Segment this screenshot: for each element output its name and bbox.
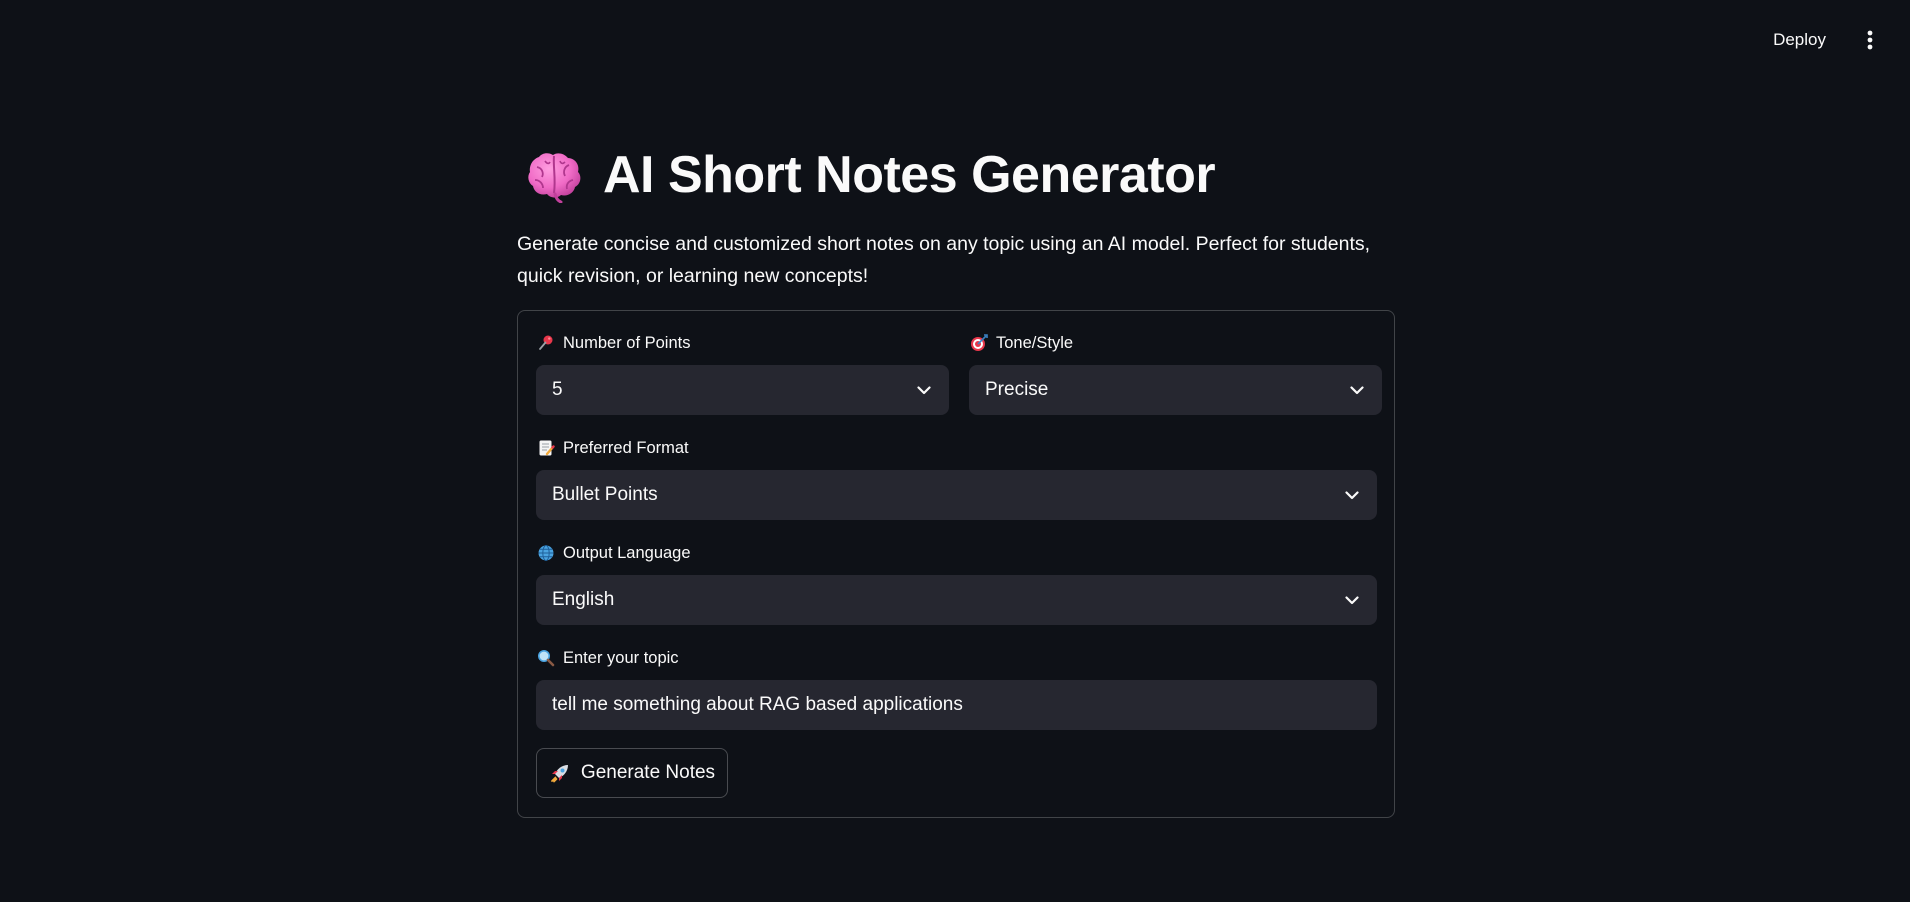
more-vertical-icon[interactable] <box>1860 26 1880 54</box>
topic-input[interactable] <box>536 680 1377 730</box>
format-label: Preferred Format <box>563 438 689 457</box>
num-points-select[interactable]: 5 <box>536 365 949 415</box>
language-value: English <box>552 589 615 610</box>
generate-notes-button[interactable]: Generate Notes <box>536 748 728 798</box>
language-label: Output Language <box>563 543 691 562</box>
notes-form: Number of Points 5 Tone/Style Precise Pr… <box>517 310 1395 818</box>
format-value: Bullet Points <box>552 484 658 505</box>
app-header: Deploy <box>0 0 1910 80</box>
chevron-down-icon <box>1343 591 1361 609</box>
generate-notes-label: Generate Notes <box>580 762 716 783</box>
globe-icon <box>536 543 556 563</box>
num-points-value: 5 <box>552 379 563 400</box>
page-title: AI Short Notes Generator <box>517 140 1397 210</box>
language-field: Output Language English <box>536 542 1377 626</box>
page-description: Generate concise and customized short no… <box>517 233 1371 287</box>
magnifier-icon <box>536 648 556 668</box>
num-points-label: Number of Points <box>563 333 691 352</box>
format-select[interactable]: Bullet Points <box>536 470 1377 520</box>
format-field: Preferred Format Bullet Points <box>536 437 1377 521</box>
topic-label: Enter your topic <box>563 648 679 667</box>
language-select[interactable]: English <box>536 575 1377 625</box>
tone-value: Precise <box>985 379 1049 400</box>
memo-icon <box>536 438 556 458</box>
tone-select[interactable]: Precise <box>969 365 1382 415</box>
num-points-field: Number of Points 5 <box>536 332 949 416</box>
page-title-text: AI Short Notes Generator <box>603 146 1216 204</box>
chevron-down-icon <box>1348 381 1366 399</box>
chevron-down-icon <box>1343 486 1361 504</box>
topic-field: Enter your topic <box>536 647 1377 731</box>
deploy-button[interactable]: Deploy <box>1773 26 1826 54</box>
tone-field: Tone/Style Precise <box>969 332 1382 416</box>
tone-label: Tone/Style <box>996 333 1074 352</box>
rocket-icon <box>549 762 571 784</box>
pushpin-icon <box>536 333 556 353</box>
chevron-down-icon <box>915 381 933 399</box>
target-icon <box>969 333 989 353</box>
brain-icon <box>525 147 585 204</box>
main-content: AI Short Notes Generator Generate concis… <box>517 140 1397 818</box>
